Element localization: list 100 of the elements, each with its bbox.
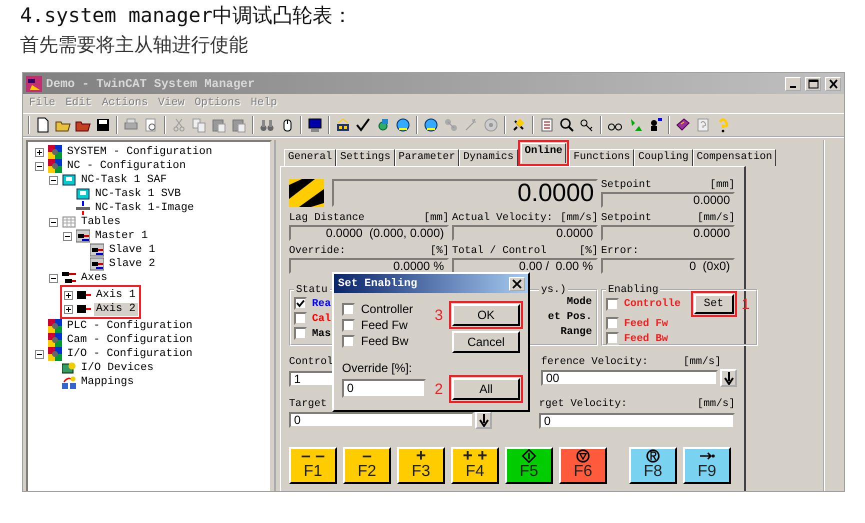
function-key[interactable]: – – F1 [289,447,337,484]
function-key[interactable]: F6 [559,447,607,484]
key-icon[interactable] [579,117,595,133]
tree-item[interactable]: Axis 1 [94,288,138,302]
control-field[interactable]: 1 [289,371,334,387]
function-key[interactable]: F9 [683,447,731,484]
enable-option-label: Feed Bw [624,332,668,344]
field-label: Override: [289,245,346,258]
error-field: 0 (0x0) [601,258,735,274]
binoculars-icon[interactable] [259,117,275,133]
tab[interactable]: Parameter [394,149,460,166]
function-key[interactable]: F8 [629,447,677,484]
checkbox[interactable] [342,334,355,348]
reference-velocity-field[interactable]: 00 [541,370,718,386]
tree-item[interactable]: NC-Task 1-Image [93,202,196,214]
override-field[interactable]: 0 [342,379,426,398]
tree-item[interactable]: I/O Devices [79,362,156,374]
expand-toggle-icon[interactable] [64,290,73,300]
list-icon[interactable] [539,117,555,133]
module-icon[interactable] [335,117,351,133]
checkbox[interactable] [294,297,307,310]
checkbox[interactable] [342,302,355,316]
checkbox[interactable] [342,318,355,332]
status-label: Mode [566,296,592,309]
function-key[interactable]: F5 [505,447,553,484]
unit-label: [mm/s] [697,212,735,225]
expand-toggle-icon[interactable] [49,218,58,226]
checkbox[interactable] [606,317,619,330]
key-symbol: – [362,449,372,463]
down-arrow-icon[interactable] [478,414,488,426]
motor-icon [77,302,91,316]
tree-item[interactable]: SYSTEM - Configuration [65,146,214,158]
check-icon[interactable] [355,117,371,133]
intro-text: 首先需要将主从轴进行使能 [20,33,249,58]
dialog-button[interactable]: Cancel [452,331,520,353]
checkbox[interactable] [294,312,307,325]
tree-item[interactable]: Slave 2 [107,258,158,270]
function-key[interactable]: + F3 [397,447,445,484]
globe-icon[interactable] [423,117,439,133]
globe-icon[interactable] [395,117,411,133]
tree-item[interactable]: Slave 1 [107,244,158,256]
expand-toggle-icon[interactable] [35,162,44,170]
configuration-icon [48,333,62,347]
expand-toggle-icon[interactable] [35,148,44,156]
group-label: Enabling [608,284,658,296]
tree-item[interactable]: Axis 2 [94,302,138,316]
paste-icon[interactable] [211,117,227,133]
velocity-field: 0.0000 [452,225,598,241]
book-icon[interactable] [675,117,691,133]
down-arrow-icon[interactable] [724,372,734,384]
dialog-title: Set Enabling [338,278,418,290]
function-key[interactable]: – F2 [343,447,391,484]
close-icon[interactable] [827,78,839,90]
expand-toggle-icon[interactable] [64,304,73,314]
checkbox[interactable] [606,332,619,345]
configuration-icon [48,159,62,173]
tab[interactable]: Compensation [692,149,776,166]
set-button[interactable]: Set [694,294,734,314]
tree-item[interactable]: Axes [79,272,110,284]
key-label: F1 [304,463,322,481]
tree-item[interactable]: NC-Task 1 SAF [79,174,169,186]
checkbox[interactable] [294,327,307,340]
tree-item[interactable]: Tables [79,216,123,228]
key-label: F9 [698,463,716,481]
checkbox[interactable] [606,298,619,310]
maximize-icon[interactable] [807,78,819,90]
search-icon[interactable] [559,117,575,133]
unit-label: [mm/s] [683,356,721,369]
tree-item[interactable]: I/O - Configuration [65,348,194,360]
step-number: 2 [434,380,443,398]
dialog-button[interactable]: All [452,378,520,400]
tree-item[interactable]: NC-Task 1 SVB [93,188,183,200]
tree-item[interactable]: Master 1 [93,230,150,242]
target-velocity-field[interactable]: 0 [539,413,735,429]
tree-item[interactable]: NC - Configuration [65,160,188,172]
close-icon[interactable] [512,278,522,288]
expand-toggle-icon[interactable] [63,232,72,240]
paste-icon[interactable] [231,117,247,133]
tab[interactable]: Coupling [634,149,693,166]
tab[interactable]: Functions [569,149,634,166]
expand-toggle-icon[interactable] [49,274,58,282]
tree-item[interactable]: PLC - Configuration [65,320,194,332]
tab[interactable]: General [284,149,336,166]
tab[interactable]: Dynamics [459,149,518,166]
key-symbol: + [416,449,426,463]
start-icon [519,449,539,463]
monitor-icon[interactable] [307,117,323,133]
expand-toggle-icon[interactable] [35,350,44,358]
tab[interactable]: Settings [336,149,395,166]
expand-toggle-icon[interactable] [49,176,58,184]
plug-icon[interactable] [511,117,527,133]
target-field[interactable]: 0 [289,412,474,428]
function-key[interactable]: + + F4 [451,447,499,484]
process-image-icon [76,201,90,215]
tab[interactable]: Online [520,143,566,163]
tree-item[interactable]: Cam - Configuration [65,334,194,346]
tree-item[interactable]: Mappings [79,376,136,388]
configuration-icon [48,319,62,333]
new-document-icon[interactable] [35,117,51,133]
dialog-button[interactable]: OK [452,304,520,326]
